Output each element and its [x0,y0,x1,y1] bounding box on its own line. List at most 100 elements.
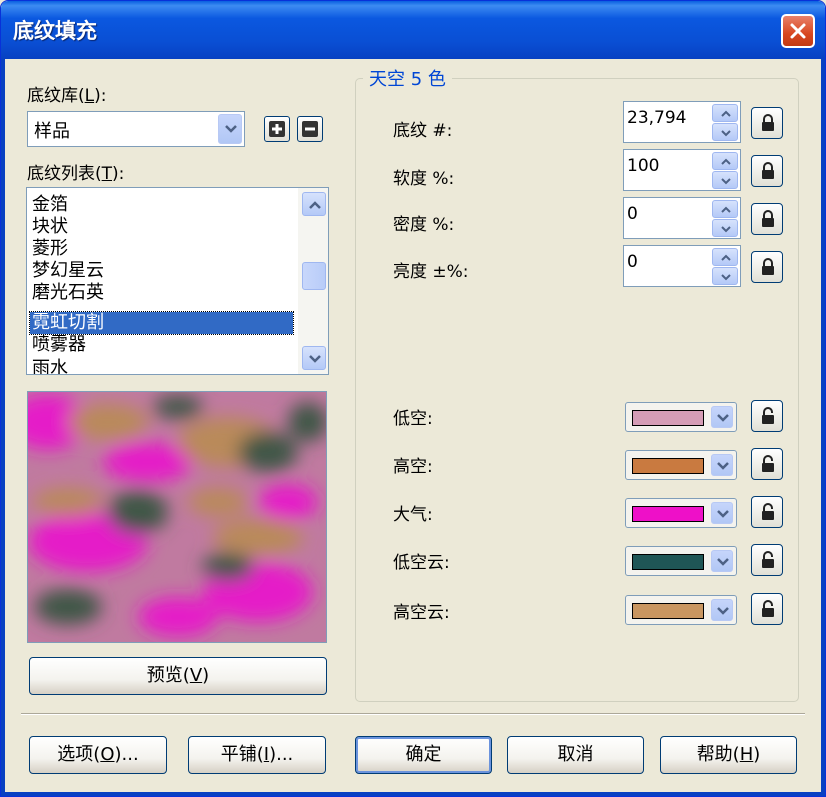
chevron-up-icon [721,254,731,261]
dropdown-button[interactable] [218,114,242,144]
list-item[interactable]: 梦幻星云 [30,260,293,282]
cancel-button[interactable]: 取消 [507,736,644,774]
ok-button[interactable]: 确定 [355,736,492,774]
chevron-down-icon [721,178,731,185]
window-title: 底纹填充 [13,19,97,43]
lock-button[interactable] [751,203,783,235]
spin-up-button[interactable] [712,248,738,266]
unlock-icon [762,600,774,617]
chevron-down-icon [717,510,729,518]
dropdown-button[interactable] [711,454,733,476]
chevron-up-icon [721,206,731,213]
list-item[interactable]: 喷雾器 [30,334,293,356]
unlock-button[interactable] [751,496,783,528]
list-item[interactable]: 块状 [30,216,293,238]
dropdown-button[interactable] [711,599,733,621]
atmosphere-color-picker[interactable] [625,498,737,528]
color-swatch [632,603,704,619]
list-scrollbar[interactable] [298,188,328,374]
help-button[interactable]: 帮助(H) [660,736,797,774]
softness-input[interactable]: 100 [623,149,741,191]
chevron-up-icon [721,158,731,165]
color-label-low-sky: 低空: [393,409,433,429]
param-label-brightness: 亮度 ±%: [393,262,469,282]
chevron-down-icon [721,274,731,281]
color-label-low-cloud: 低空云: [393,553,450,573]
input-value: 0 [627,204,638,224]
low-cloud-color-picker[interactable] [625,546,737,576]
chevron-down-icon [309,355,321,363]
lock-button[interactable] [751,107,783,139]
spin-down-button[interactable] [712,267,738,285]
list-item[interactable]: 金箔 [30,194,293,216]
texture-preview [27,391,327,643]
remove-library-button[interactable] [297,116,323,142]
param-label-softness: 软度 %: [393,169,455,189]
dropdown-button[interactable] [711,406,733,428]
color-swatch [632,458,704,474]
dropdown-button[interactable] [711,550,733,572]
lock-icon [762,210,774,227]
preview-button[interactable]: 预览(V) [29,657,327,695]
lock-icon [762,114,774,131]
color-label-atmosphere: 大气: [393,505,433,525]
unlock-icon [762,503,774,520]
options-button[interactable]: 选项(O)... [29,736,167,774]
unlock-icon [762,551,774,568]
add-library-button[interactable] [264,116,290,142]
unlock-button[interactable] [751,593,783,625]
list-item[interactable]: 雨水 [30,358,293,374]
texture-fill-dialog: 底纹填充 底纹库(L): 样品 底纹列表(T): 金箔 块状 菱形 梦幻星云 磨… [0,0,826,797]
high-sky-color-picker[interactable] [625,450,737,480]
spin-up-button[interactable] [712,200,738,218]
unlock-button[interactable] [751,544,783,576]
separator [21,713,805,715]
chevron-down-icon [721,226,731,233]
library-select[interactable]: 样品 [27,111,245,147]
title-bar[interactable]: 底纹填充 [1,1,825,59]
lock-button[interactable] [751,251,783,283]
high-cloud-color-picker[interactable] [625,595,737,625]
close-button[interactable] [781,14,815,48]
chevron-up-icon [309,201,321,209]
dropdown-button[interactable] [711,502,733,524]
color-swatch [632,506,704,522]
color-label-high-cloud: 高空云: [393,603,450,623]
unlock-icon [762,407,774,424]
chevron-down-icon [717,462,729,470]
low-sky-color-picker[interactable] [625,402,737,432]
list-item[interactable]: 磨光石英 [30,282,293,304]
texture-list[interactable]: 金箔 块状 菱形 梦幻星云 磨光石英 霓虹切割 喷雾器 雨水 [26,187,329,375]
texture-number-input[interactable]: 23,794 [623,101,741,143]
unlock-icon [762,455,774,472]
spin-down-button[interactable] [712,171,738,189]
chevron-down-icon [721,130,731,137]
density-input[interactable]: 0 [623,197,741,239]
scroll-down-button[interactable] [302,346,326,370]
spin-up-button[interactable] [712,152,738,170]
scroll-up-button[interactable] [302,192,326,216]
color-swatch [632,554,704,570]
input-value: 23,794 [627,108,687,128]
lock-button[interactable] [751,155,783,187]
library-label: 底纹库(L): [27,86,107,106]
library-select-value: 样品 [34,121,70,142]
plus-icon [269,121,285,137]
spin-down-button[interactable] [712,219,738,237]
list-item-selected[interactable]: 霓虹切割 [29,311,294,335]
brightness-input[interactable]: 0 [623,245,741,287]
scroll-thumb[interactable] [302,262,326,290]
list-item[interactable]: 菱形 [30,238,293,260]
lock-icon [762,162,774,179]
input-value: 100 [627,156,660,176]
unlock-button[interactable] [751,400,783,432]
unlock-button[interactable] [751,448,783,480]
spin-up-button[interactable] [712,104,738,122]
chevron-down-icon [225,125,237,133]
tile-button[interactable]: 平铺(I)... [188,736,326,774]
group-title: 天空 5 色 [363,65,452,91]
input-value: 0 [627,252,638,272]
chevron-up-icon [721,110,731,117]
minus-icon [302,121,318,137]
spin-down-button[interactable] [712,123,738,141]
